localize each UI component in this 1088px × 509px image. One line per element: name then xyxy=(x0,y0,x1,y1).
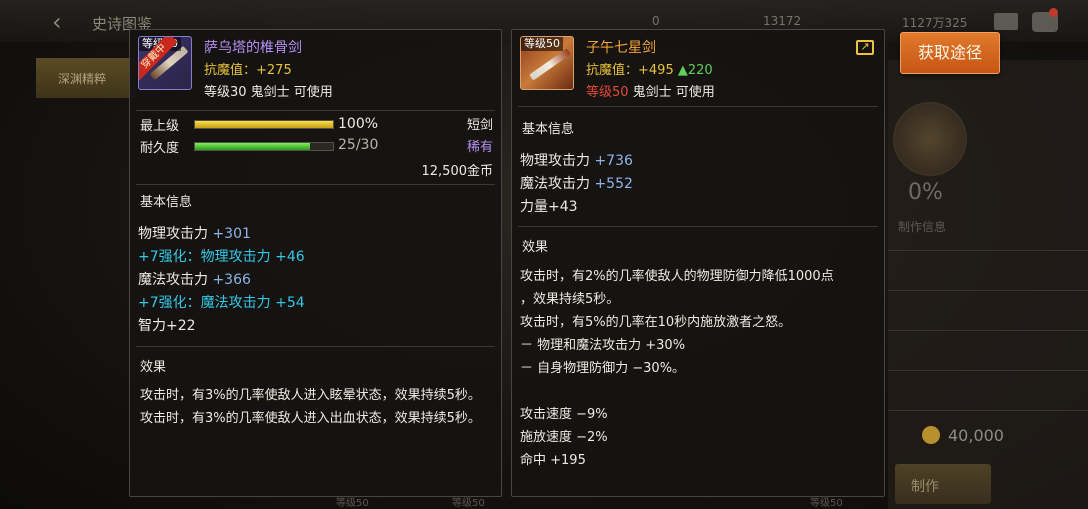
resource-count: 13172 xyxy=(763,14,802,28)
durability-bar-fill xyxy=(195,143,310,150)
mail-icon[interactable] xyxy=(994,13,1018,30)
durability-bar xyxy=(194,142,334,151)
craft-cost: 40,000 xyxy=(948,426,1004,445)
stat-line: 力量+43 xyxy=(520,199,578,215)
stat-line: 物理攻击力 +301 xyxy=(138,226,251,242)
item-icon: 等级50 xyxy=(520,36,574,90)
sword-icon xyxy=(529,48,571,81)
item-name: 萨乌塔的椎骨剑 xyxy=(204,40,302,56)
durability-value: 25/30 xyxy=(338,137,379,153)
make-info-label[interactable]: 制作信息 xyxy=(898,218,946,235)
resist-delta: ▲220 xyxy=(677,63,713,78)
coin-icon xyxy=(922,426,940,444)
effect-line: 攻击速度 −9% xyxy=(520,407,608,422)
rarity: 稀有 xyxy=(466,140,493,155)
stat-line: 魔法攻击力 +366 xyxy=(138,272,251,288)
stat-line: +7强化：魔法攻击力 +54 xyxy=(138,295,305,311)
basic-info-title: 基本信息 xyxy=(522,122,575,137)
effect-line: 攻击时，有3%的几率使敌人进入出血状态，效果持续5秒。 xyxy=(140,411,481,426)
divider xyxy=(888,370,1088,371)
effect-text: 攻击时，有3%的几率使敌人进入眩晕状态，效果持续5秒。 攻击时，有3%的几率使敌… xyxy=(140,384,495,430)
stat-line: 智力+22 xyxy=(138,318,196,334)
stat-line: 魔法攻击力 +552 xyxy=(520,176,633,192)
side-tab[interactable]: 深渊精粹 xyxy=(36,58,136,98)
sell-price: 12,500金币 xyxy=(421,164,494,179)
durability-label: 耐久度 xyxy=(140,141,180,156)
max-level-bar-fill xyxy=(195,121,333,128)
effect-line: 命中 +195 xyxy=(520,453,586,468)
divider xyxy=(136,184,495,185)
effect-line: － 自身物理防御力 −30%。 xyxy=(520,361,686,376)
effect-spacer xyxy=(520,380,880,403)
divider xyxy=(136,110,495,111)
craft-progress: 0% xyxy=(908,180,943,205)
effect-line: ，效果持续5秒。 xyxy=(520,292,620,307)
magic-resist: 抗魔值：+495 ▲220 xyxy=(586,63,713,78)
effect-line: 施放速度 −2% xyxy=(520,430,608,445)
item-icon: 等级30 穿戴中 xyxy=(138,36,192,90)
requirement: 等级50 鬼剑士 可使用 xyxy=(586,85,715,100)
notification-dot xyxy=(1049,8,1058,17)
effect-title: 效果 xyxy=(140,360,167,375)
divider xyxy=(888,250,1088,251)
resource-count: 0 xyxy=(652,14,660,28)
gold-count: 1127万325 xyxy=(902,16,968,30)
divider xyxy=(888,410,1088,411)
weapon-preview-icon xyxy=(893,102,967,176)
effect-line: 攻击时，有2%的几率使敌人的物理防御力降低1000点 xyxy=(520,269,834,284)
max-level-bar xyxy=(194,120,334,129)
divider xyxy=(136,346,495,347)
max-level-label: 最上级 xyxy=(140,119,180,134)
stat-line: +7强化：物理攻击力 +46 xyxy=(138,249,305,265)
effect-line: － 物理和魔法攻击力 +30% xyxy=(520,338,686,353)
item-name: 子午七星剑 xyxy=(586,40,656,56)
max-level-value: 100% xyxy=(338,116,379,132)
back-arrow-icon[interactable]: ‹ xyxy=(52,8,62,36)
resist-label: 抗魔值： xyxy=(204,63,257,78)
weapon-type: 短剑 xyxy=(466,118,493,133)
basic-info-title: 基本信息 xyxy=(140,195,193,210)
resist-value: +275 xyxy=(256,63,292,78)
craft-button[interactable]: 制作 xyxy=(895,464,991,504)
effect-text: 攻击时，有2%的几率使敌人的物理防御力降低1000点 ，效果持续5秒。 攻击时，… xyxy=(520,265,880,472)
acquire-button[interactable]: 获取途径 xyxy=(900,32,1000,74)
stat-line: 物理攻击力 +736 xyxy=(520,153,633,169)
divider xyxy=(888,330,1088,331)
effect-line: 攻击时，有3%的几率使敌人进入眩晕状态，效果持续5秒。 xyxy=(140,388,481,403)
divider xyxy=(518,226,878,227)
magic-resist: 抗魔值：+275 xyxy=(204,59,292,78)
effect-line: 攻击时，有5%的几率在10秒内施放激者之怒。 xyxy=(520,315,792,330)
divider xyxy=(518,106,878,107)
share-icon[interactable]: ↗ xyxy=(856,40,874,55)
equipped-item-tooltip: 等级30 穿戴中 萨乌塔的椎骨剑 抗魔值：+275 等级30 鬼剑士 可使用 最… xyxy=(129,29,502,497)
level-tag: 等级50 xyxy=(521,37,563,51)
compare-item-tooltip: 等级50 子午七星剑 ↗ 抗魔值：+495 ▲220 等级50 鬼剑士 可使用 … xyxy=(511,29,885,497)
divider xyxy=(888,290,1088,291)
requirement: 等级30 鬼剑士 可使用 xyxy=(204,85,333,100)
effect-title: 效果 xyxy=(522,240,549,255)
